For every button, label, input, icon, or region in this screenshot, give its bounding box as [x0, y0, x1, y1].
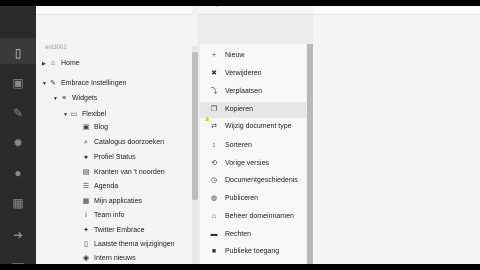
image-icon[interactable]: ▣ — [11, 76, 25, 90]
info-icon: i — [85, 212, 87, 219]
tree-node[interactable]: ▤ Kranten van 't noorden — [75, 167, 165, 179]
context-menu-item[interactable]: ⇄ Wijzig document type — [200, 119, 306, 135]
tree-node[interactable]: ▶ ⌂ Home — [42, 58, 80, 70]
document-icon[interactable]: ▯ — [11, 46, 25, 60]
context-menu-item[interactable]: ⟲ Vorige versies — [200, 156, 306, 172]
tree-node[interactable]: ▯ Laatste thema wijzigingen — [75, 239, 175, 251]
editor-header — [313, 6, 480, 15]
tree-node-label: Embrace Instellingen — [61, 80, 127, 87]
grid-icon: ▦ — [82, 198, 90, 205]
context-menu-item-label: Wijzig document type — [225, 123, 292, 130]
tree-node-label: Team info — [94, 212, 125, 219]
context-menu-item[interactable]: ■ Publieke toegang — [200, 244, 306, 260]
context-menu-item[interactable]: ✖ Verwijderen — [200, 66, 306, 82]
search-icon: ⌕ — [84, 139, 88, 146]
history-icon: ⟲ — [211, 160, 217, 167]
clock-icon: ◷ — [210, 177, 218, 184]
context-menu: + Nieuw ✖ Verwijderen ⤵ Verplaatsen ❐ Kopieren ⇄… — [200, 44, 306, 264]
context-menu-item-label: Publieke toegang — [225, 248, 280, 255]
tree-node[interactable]: ◉ Intern nieuws — [75, 253, 136, 264]
twitter-icon: ✦ — [83, 227, 89, 234]
tree-node-label: Widgets — [72, 95, 98, 102]
tree-node-label: Agenda — [94, 183, 119, 190]
home-icon: ⌂ — [50, 60, 56, 67]
list-icon: ☰ — [82, 183, 90, 190]
breadcrumb: wij — [210, 6, 218, 7]
document-icon: ▯ — [84, 241, 88, 248]
lock-icon[interactable]: ▬ — [11, 256, 25, 264]
tree-node-label: Laatste thema wijzigingen — [94, 241, 175, 248]
tree-node-label: Mijn applicaties — [94, 198, 142, 205]
context-menu-item-label: Verwijderen — [225, 70, 262, 77]
context-menu-item-label: Vorige versies — [225, 160, 269, 167]
context-menu-item[interactable]: + Nieuw — [200, 48, 306, 64]
tree-node[interactable]: ⌕ Catalogus doorzoeken — [75, 137, 164, 149]
tree-node[interactable]: ▣ Blog — [75, 122, 108, 134]
tree-node-label: Profiel Status — [94, 154, 136, 161]
tree-node[interactable]: ✦ Twitter Embrace — [75, 225, 145, 237]
tree-node[interactable]: ● Profiel Status — [75, 152, 136, 164]
wrench-icon: ✎ — [50, 80, 56, 87]
list-icon: ≡ — [61, 95, 67, 102]
tree-node[interactable]: i Team info — [75, 210, 124, 222]
actions-panel-header: wij — [198, 6, 313, 15]
editor-panel — [313, 6, 480, 264]
grid-icon[interactable]: ▦ — [11, 196, 25, 210]
content-tree-panel: ent3001 ▶ ⌂ Home ▼ ✎ Embrace Instellingen ▼ ≡ Wi… — [36, 6, 192, 264]
plus-icon: + — [211, 52, 217, 59]
app-window: ▯ ▣ ✎ ✹ ● ▦ ➜ ▬ ent3001 ▶ ⌂ Home ▼ ✎ Embrace Instell… — [0, 6, 480, 264]
rss-icon: ◉ — [82, 255, 90, 262]
tree-node-label: Home — [61, 60, 80, 67]
window-icon: ▭ — [70, 111, 78, 118]
globe-icon: ◍ — [210, 195, 218, 202]
tree-node-label: Catalogus doorzoeken — [94, 139, 165, 146]
home-icon: ⌂ — [211, 213, 217, 220]
context-menu-item-label: Documentgeschiedenis — [225, 177, 298, 184]
tree-node-label: Kranten van 't noorden — [94, 169, 165, 176]
tree-node[interactable]: ▼ ▭ Flexibel — [63, 109, 106, 121]
context-menu-item-label: Rechten — [225, 231, 252, 238]
tree-node-label: Twitter Embrace — [94, 227, 145, 234]
mouse-cursor-icon: ▴ — [205, 113, 210, 123]
user-icon: ● — [83, 154, 89, 161]
context-menu-item[interactable]: ▬ Rechten — [200, 227, 306, 243]
context-menu-item[interactable]: ↕ Sorteren — [200, 138, 306, 154]
tree-node[interactable]: ▼ ≡ Widgets — [53, 93, 97, 105]
tree-toolbar — [36, 6, 192, 15]
tree-node-label: Flexibel — [82, 111, 107, 118]
tree-node-label: Blog — [94, 124, 109, 131]
context-menu-item-label: Sorteren — [225, 142, 252, 149]
arrow-right-icon[interactable]: ➜ — [11, 228, 25, 242]
tree-node[interactable]: ▦ Mijn applicaties — [75, 196, 142, 208]
move-icon: ⤵ — [210, 88, 218, 95]
context-menu-item[interactable]: ⌂ Beheer domeinnamen — [200, 209, 306, 225]
context-menu-item-label: Kopieren — [225, 106, 254, 113]
tree-node-label: Intern nieuws — [94, 255, 136, 262]
gear-icon[interactable]: ✹ — [11, 136, 25, 150]
context-menu-item-label: Verplaatsen — [225, 88, 262, 95]
lock-icon: ▬ — [210, 231, 218, 238]
user-icon[interactable]: ● — [11, 166, 25, 180]
tree-root-label: ent3001 — [45, 45, 67, 51]
context-menu-item-label: Beheer domeinnamen — [225, 213, 294, 220]
tree-node[interactable]: ☰ Agenda — [75, 181, 118, 193]
context-menu-item-label: Nieuw — [225, 52, 245, 59]
context-menu-item[interactable]: ❐ Kopieren — [200, 102, 306, 118]
context-menu-item[interactable]: ◍ Publiceren — [200, 191, 306, 207]
context-menu-item[interactable]: ⤵ Verplaatsen — [200, 84, 306, 100]
tree-node[interactable]: ▼ ✎ Embrace Instellingen — [42, 78, 126, 90]
left-navigation-rail: ▯ ▣ ✎ ✹ ● ▦ ➜ ▬ — [0, 6, 36, 264]
context-menu-item[interactable]: ◷ Documentgeschiedenis — [200, 173, 306, 189]
close-icon: ✖ — [211, 70, 217, 77]
newspaper-icon: ▤ — [82, 169, 90, 176]
sort-icon: ↕ — [212, 142, 216, 149]
lock-icon: ■ — [211, 248, 217, 255]
context-menu-item-label: Publiceren — [225, 195, 259, 202]
wrench-icon[interactable]: ✎ — [11, 106, 25, 120]
image-icon: ▣ — [82, 124, 90, 131]
